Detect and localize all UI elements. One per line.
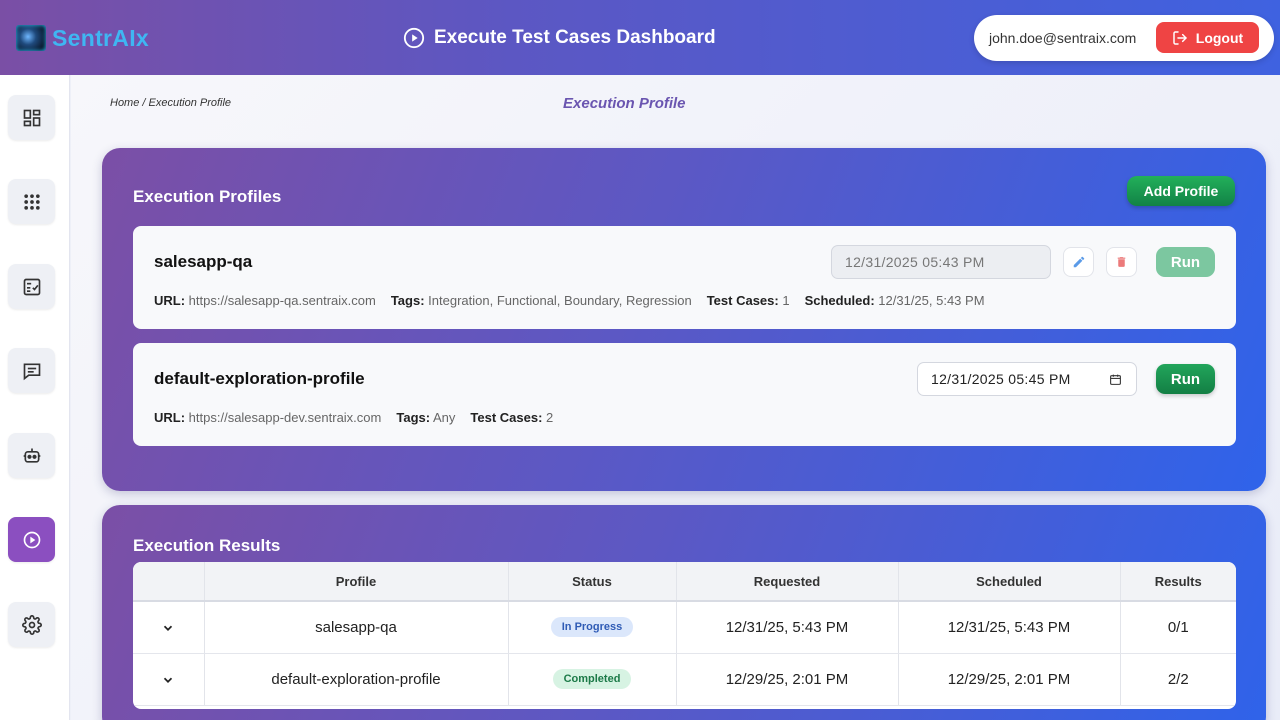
results-cell: 0/1 <box>1120 601 1236 654</box>
grid-dots-icon <box>23 193 40 210</box>
chat-icon <box>23 363 40 380</box>
run-button[interactable]: Run <box>1156 247 1215 277</box>
profile-meta: URL: https://salesapp-qa.sentraix.com Ta… <box>154 293 985 308</box>
scheduled-cell: 12/31/25, 5:43 PM <box>898 601 1121 654</box>
requested-cell: 12/29/25, 2:01 PM <box>676 653 899 706</box>
play-circle-icon <box>403 27 425 49</box>
logout-icon <box>1173 30 1187 45</box>
expand-cell[interactable] <box>133 653 205 706</box>
chevron-down-icon[interactable] <box>161 621 175 635</box>
profile-name: salesapp-qa <box>154 252 253 271</box>
status-badge: In Progress <box>550 617 634 638</box>
scheduled-cell: 12/29/25, 2:01 PM <box>898 653 1121 706</box>
profile-card: salesapp-qa 12/31/2025 05:43 PM Run URL:… <box>133 226 1236 329</box>
column-header-profile[interactable]: Profile <box>204 562 509 602</box>
page-title: Execution Profile <box>563 95 686 112</box>
trash-icon <box>1117 257 1126 267</box>
profile-cell: salesapp-qa <box>204 601 509 654</box>
brand-name: SentrAIx <box>52 24 149 51</box>
run-button[interactable]: Run <box>1156 364 1215 394</box>
profile-scheduled: Scheduled: 12/31/25, 5:43 PM <box>804 293 985 308</box>
checklist-icon <box>23 278 40 295</box>
column-header-expand <box>133 562 205 602</box>
execution-results-panel: Execution Results Profile Status Request… <box>102 505 1266 720</box>
main-content: Home / Execution Profile Execution Profi… <box>71 75 1280 720</box>
sidebar-item-execute[interactable] <box>8 517 55 562</box>
profile-test-cases: Test Cases: 2 <box>470 410 554 425</box>
status-cell: Completed <box>508 653 677 706</box>
breadcrumb[interactable]: Home / Execution Profile <box>110 97 231 109</box>
profile-url: URL: https://salesapp-qa.sentraix.com <box>154 293 376 308</box>
gear-icon <box>21 614 42 635</box>
status-badge: Completed <box>552 669 632 689</box>
requested-cell: 12/31/25, 5:43 PM <box>676 601 899 654</box>
sidebar-item-agent[interactable] <box>8 433 55 478</box>
profile-tags: Tags: Integration, Functional, Boundary,… <box>390 293 692 308</box>
delete-profile-button[interactable] <box>1106 247 1137 277</box>
column-header-status[interactable]: Status <box>508 562 677 602</box>
dashboard-icon <box>23 109 40 126</box>
sidebar-item-apps[interactable] <box>8 179 55 224</box>
sidebar-item-dashboard[interactable] <box>8 95 55 140</box>
profile-cell: default-exploration-profile <box>204 653 509 706</box>
table-row[interactable]: default-exploration-profile Completed 12… <box>133 653 1236 706</box>
dashboard-title: Execute Test Cases Dashboard <box>434 27 716 48</box>
execution-profiles-title: Execution Profiles <box>133 187 282 206</box>
profile-test-cases: Test Cases: 1 <box>706 293 790 308</box>
user-menu: john.doe@sentraix.com Logout <box>974 15 1274 61</box>
results-table: Profile Status Requested Scheduled Resul… <box>133 562 1236 709</box>
chevron-down-icon[interactable] <box>161 673 175 687</box>
column-header-results[interactable]: Results <box>1120 562 1236 602</box>
sidebar-item-settings[interactable] <box>8 602 55 647</box>
table-header-row: Profile Status Requested Scheduled Resul… <box>133 562 1236 602</box>
edit-profile-button[interactable] <box>1063 247 1094 277</box>
brand-logo[interactable]: SentrAIx <box>16 24 149 52</box>
dashboard-heading: Execute Test Cases Dashboard <box>403 25 716 51</box>
profile-name: default-exploration-profile <box>154 369 365 388</box>
pencil-icon <box>1073 256 1084 268</box>
logout-label: Logout <box>1195 29 1244 46</box>
profile-url: URL: https://salesapp-dev.sentraix.com <box>154 410 382 425</box>
logout-button[interactable]: Logout <box>1156 22 1259 53</box>
add-profile-button[interactable]: Add Profile <box>1127 176 1235 206</box>
execution-results-title: Execution Results <box>133 536 281 555</box>
table-row[interactable]: salesapp-qa In Progress 12/31/25, 5:43 P… <box>133 601 1236 654</box>
top-bar: SentrAIx Execute Test Cases Dashboard jo… <box>0 0 1280 75</box>
schedule-datetime-input[interactable]: 12/31/2025 05:45 PM <box>917 362 1137 396</box>
sidebar-item-chat[interactable] <box>8 348 55 393</box>
schedule-datetime-field: 12/31/2025 05:43 PM <box>831 245 1051 279</box>
column-header-scheduled[interactable]: Scheduled <box>898 562 1121 602</box>
execution-profiles-panel: Execution Profiles Add Profile salesapp-… <box>102 148 1266 491</box>
profile-card: default-exploration-profile 12/31/2025 0… <box>133 343 1236 446</box>
calendar-icon[interactable] <box>1109 373 1122 386</box>
status-cell: In Progress <box>508 601 677 654</box>
profile-meta: URL: https://salesapp-dev.sentraix.com T… <box>154 410 553 425</box>
profile-tags: Tags: Any <box>396 410 456 425</box>
schedule-datetime-value: 12/31/2025 05:45 PM <box>931 371 1071 387</box>
expand-cell[interactable] <box>133 601 205 654</box>
user-email: john.doe@sentraix.com <box>989 30 1137 46</box>
results-cell: 2/2 <box>1120 653 1236 706</box>
column-header-requested[interactable]: Requested <box>676 562 899 602</box>
play-circle-icon <box>23 531 40 548</box>
robot-icon <box>23 448 40 463</box>
sidebar <box>0 75 70 720</box>
sidebar-item-test-cases[interactable] <box>8 264 55 309</box>
logo-image <box>16 25 46 51</box>
